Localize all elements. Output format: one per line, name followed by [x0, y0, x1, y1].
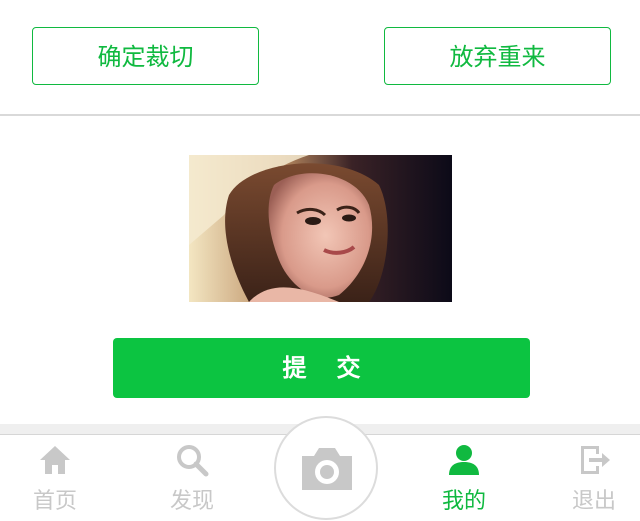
portrait-photo [189, 155, 452, 302]
tab-logout-label: 退出 [571, 489, 616, 514]
logout-icon [581, 446, 610, 474]
tab-mine[interactable]: 我的 [419, 443, 509, 518]
user-icon [449, 445, 479, 475]
camera-button[interactable] [274, 416, 378, 520]
camera-icon [302, 448, 352, 490]
crop-action-bar: 确定裁切 放弃重来 [0, 0, 640, 116]
submit-button[interactable]: 提交 [113, 338, 530, 398]
tab-discover-label: 发现 [169, 489, 214, 514]
cropped-image-preview [189, 155, 452, 302]
tab-discover[interactable]: 发现 [147, 443, 237, 518]
tab-home[interactable]: 首页 [10, 443, 100, 518]
tab-home-label: 首页 [32, 489, 77, 514]
confirm-crop-button[interactable]: 确定裁切 [32, 27, 259, 85]
tab-mine-label: 我的 [441, 489, 486, 514]
discard-restart-button[interactable]: 放弃重来 [384, 27, 611, 85]
home-icon [40, 446, 70, 474]
tab-logout[interactable]: 退出 [549, 443, 639, 518]
search-icon [177, 445, 209, 477]
